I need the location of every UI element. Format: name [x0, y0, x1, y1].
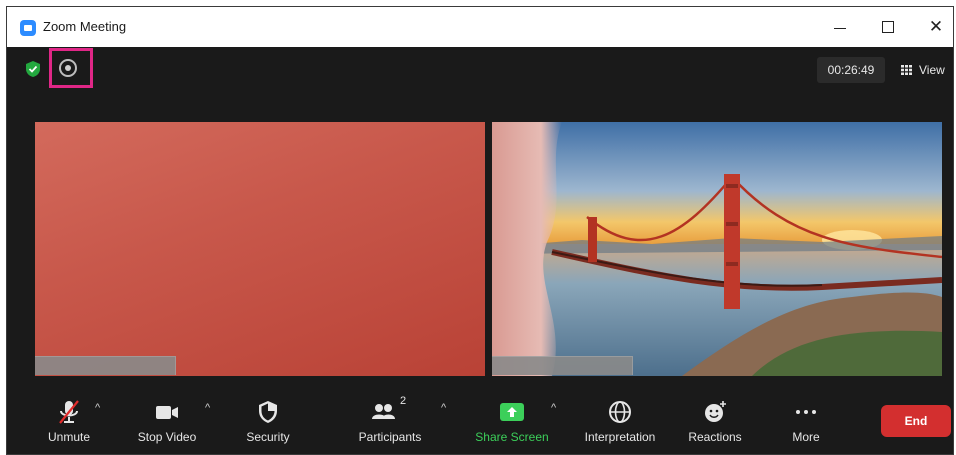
maximize-icon	[882, 20, 894, 33]
record-circle-icon[interactable]	[59, 59, 77, 77]
security-shield-icon	[259, 401, 277, 423]
more-button[interactable]: More	[773, 393, 839, 449]
participants-button[interactable]: 2 Participants	[345, 393, 435, 449]
video-tile-left[interactable]	[35, 122, 485, 376]
security-label: Security	[246, 430, 290, 444]
participants-options-caret[interactable]: ^	[441, 402, 446, 414]
participants-label: Participants	[358, 430, 422, 444]
minimize-button[interactable]	[823, 15, 857, 39]
unmute-label: Unmute	[47, 430, 91, 444]
security-button[interactable]: Security	[233, 393, 303, 449]
stop-video-button[interactable]: Stop Video	[127, 393, 207, 449]
meeting-toolbar: Unmute ^ Stop Video ^ Security 2 Partici…	[7, 385, 953, 454]
golden-gate-bridge-image	[492, 122, 942, 376]
share-options-caret[interactable]: ^	[551, 402, 556, 414]
interpretation-button[interactable]: Interpretation	[575, 393, 665, 449]
minimize-icon	[834, 27, 846, 29]
reactions-button[interactable]: Reactions	[675, 393, 755, 449]
reactions-label: Reactions	[688, 430, 742, 444]
zoom-app-icon	[20, 20, 36, 36]
end-meeting-button[interactable]: End	[881, 405, 951, 437]
view-button[interactable]: View	[893, 57, 951, 83]
smiley-reactions-icon	[705, 401, 726, 422]
share-screen-arrow-icon	[500, 403, 524, 421]
participant-name-bar	[492, 356, 633, 375]
participant-name-bar	[35, 356, 176, 375]
audio-options-caret[interactable]: ^	[95, 402, 100, 414]
microphone-muted-icon	[59, 400, 79, 424]
zoom-meeting-window: Zoom Meeting ✕ 00:26:49 View Unmute ^ St…	[6, 6, 954, 455]
security-shield-icon[interactable]	[25, 60, 41, 78]
stop-video-label: Stop Video	[137, 430, 197, 444]
more-dots-icon	[796, 410, 816, 414]
grid-view-icon	[901, 65, 912, 75]
participants-count: 2	[400, 395, 407, 407]
video-camera-icon	[156, 406, 178, 419]
maximize-button[interactable]	[871, 15, 905, 39]
share-screen-button[interactable]: Share Screen	[467, 393, 557, 449]
title-bar: Zoom Meeting ✕	[7, 7, 953, 47]
share-screen-label: Share Screen	[475, 430, 549, 444]
view-label: View	[919, 63, 945, 77]
video-options-caret[interactable]: ^	[205, 402, 210, 414]
unmute-button[interactable]: Unmute	[37, 393, 101, 449]
globe-icon	[609, 401, 631, 423]
video-tile-right[interactable]	[492, 122, 942, 376]
interpretation-label: Interpretation	[584, 430, 656, 444]
more-label: More	[792, 430, 820, 444]
close-button[interactable]: ✕	[919, 15, 953, 39]
participants-icon	[372, 404, 395, 419]
meeting-timer: 00:26:49	[817, 57, 885, 83]
window-title: Zoom Meeting	[43, 19, 127, 34]
